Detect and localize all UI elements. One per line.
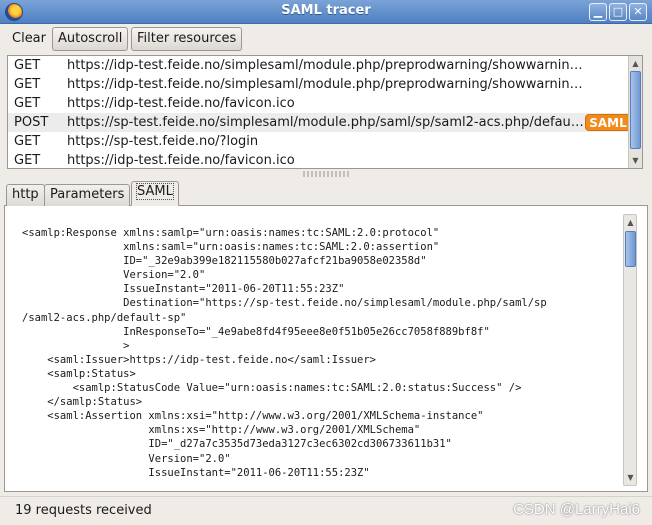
pane-splitter-handle[interactable] — [303, 171, 349, 177]
detail-tabs: http Parameters SAML — [4, 180, 648, 206]
tab-http[interactable]: http — [6, 184, 45, 206]
request-method: GET — [14, 96, 41, 111]
tab-label: Parameters — [50, 187, 125, 202]
request-row-selected[interactable]: POST https://sp-test.feide.no/simplesaml… — [8, 113, 631, 132]
saml-code-panel: <samlp:Response xmlns:samlp="urn:oasis:n… — [4, 206, 648, 492]
request-url: https://idp-test.feide.no/favicon.ico — [67, 153, 295, 168]
request-method: GET — [14, 77, 41, 92]
tab-parameters[interactable]: Parameters — [44, 184, 131, 206]
tab-saml[interactable]: SAML — [131, 181, 179, 206]
request-row[interactable]: GET https://sp-test.feide.no/?login — [8, 132, 628, 151]
close-button[interactable]: ✕ — [629, 3, 647, 21]
watermark: CSDN @LarryHai6 — [513, 501, 640, 518]
title-bar: SAML tracer ▁ □ ✕ — [0, 0, 652, 24]
scrollbar-thumb[interactable] — [630, 71, 641, 149]
request-list: GET https://idp-test.feide.no/simplesaml… — [7, 55, 643, 169]
scroll-down-icon[interactable]: ▼ — [629, 154, 642, 167]
toolbar: Clear Autoscroll Filter resources — [0, 24, 652, 54]
clear-button[interactable]: Clear — [6, 27, 52, 51]
filter-resources-toggle[interactable]: Filter resources — [131, 27, 243, 51]
request-url: https://idp-test.feide.no/favicon.ico — [67, 96, 295, 111]
status-bar: 19 requests received CSDN @LarryHai6 — [0, 496, 652, 525]
tab-label: SAML — [136, 183, 174, 200]
minimize-button[interactable]: ▁ — [589, 3, 607, 21]
request-row[interactable]: GET https://idp-test.feide.no/favicon.ic… — [8, 151, 628, 168]
saml-xml-text[interactable]: <samlp:Response xmlns:samlp="urn:oasis:n… — [22, 226, 622, 480]
scroll-up-icon[interactable]: ▲ — [629, 57, 642, 70]
request-url: https://idp-test.feide.no/simplesaml/mod… — [67, 77, 587, 92]
request-list-scrollbar[interactable]: ▲ ▼ — [628, 56, 642, 168]
maximize-button[interactable]: □ — [609, 3, 627, 21]
autoscroll-toggle[interactable]: Autoscroll — [52, 27, 129, 51]
request-method: GET — [14, 134, 41, 149]
scroll-down-icon[interactable]: ▼ — [624, 471, 637, 484]
request-url: https://sp-test.feide.no/?login — [67, 134, 259, 149]
scroll-up-icon[interactable]: ▲ — [624, 216, 637, 229]
request-row[interactable]: GET https://idp-test.feide.no/simplesaml… — [8, 75, 628, 94]
request-method: GET — [14, 153, 41, 168]
request-row[interactable]: GET https://idp-test.feide.no/favicon.ic… — [8, 94, 628, 113]
request-count-status: 19 requests received — [15, 503, 152, 518]
request-method: POST — [14, 115, 49, 130]
request-row[interactable]: GET https://idp-test.feide.no/simplesaml… — [8, 56, 628, 75]
scrollbar-thumb[interactable] — [625, 231, 636, 267]
request-url: https://sp-test.feide.no/simplesaml/modu… — [67, 115, 587, 130]
saml-badge: SAML — [585, 114, 631, 131]
request-method: GET — [14, 58, 41, 73]
tab-label: http — [12, 187, 39, 202]
code-scrollbar[interactable]: ▲ ▼ — [623, 214, 637, 486]
request-url: https://idp-test.feide.no/simplesaml/mod… — [67, 58, 587, 73]
window-title: SAML tracer — [281, 3, 371, 18]
